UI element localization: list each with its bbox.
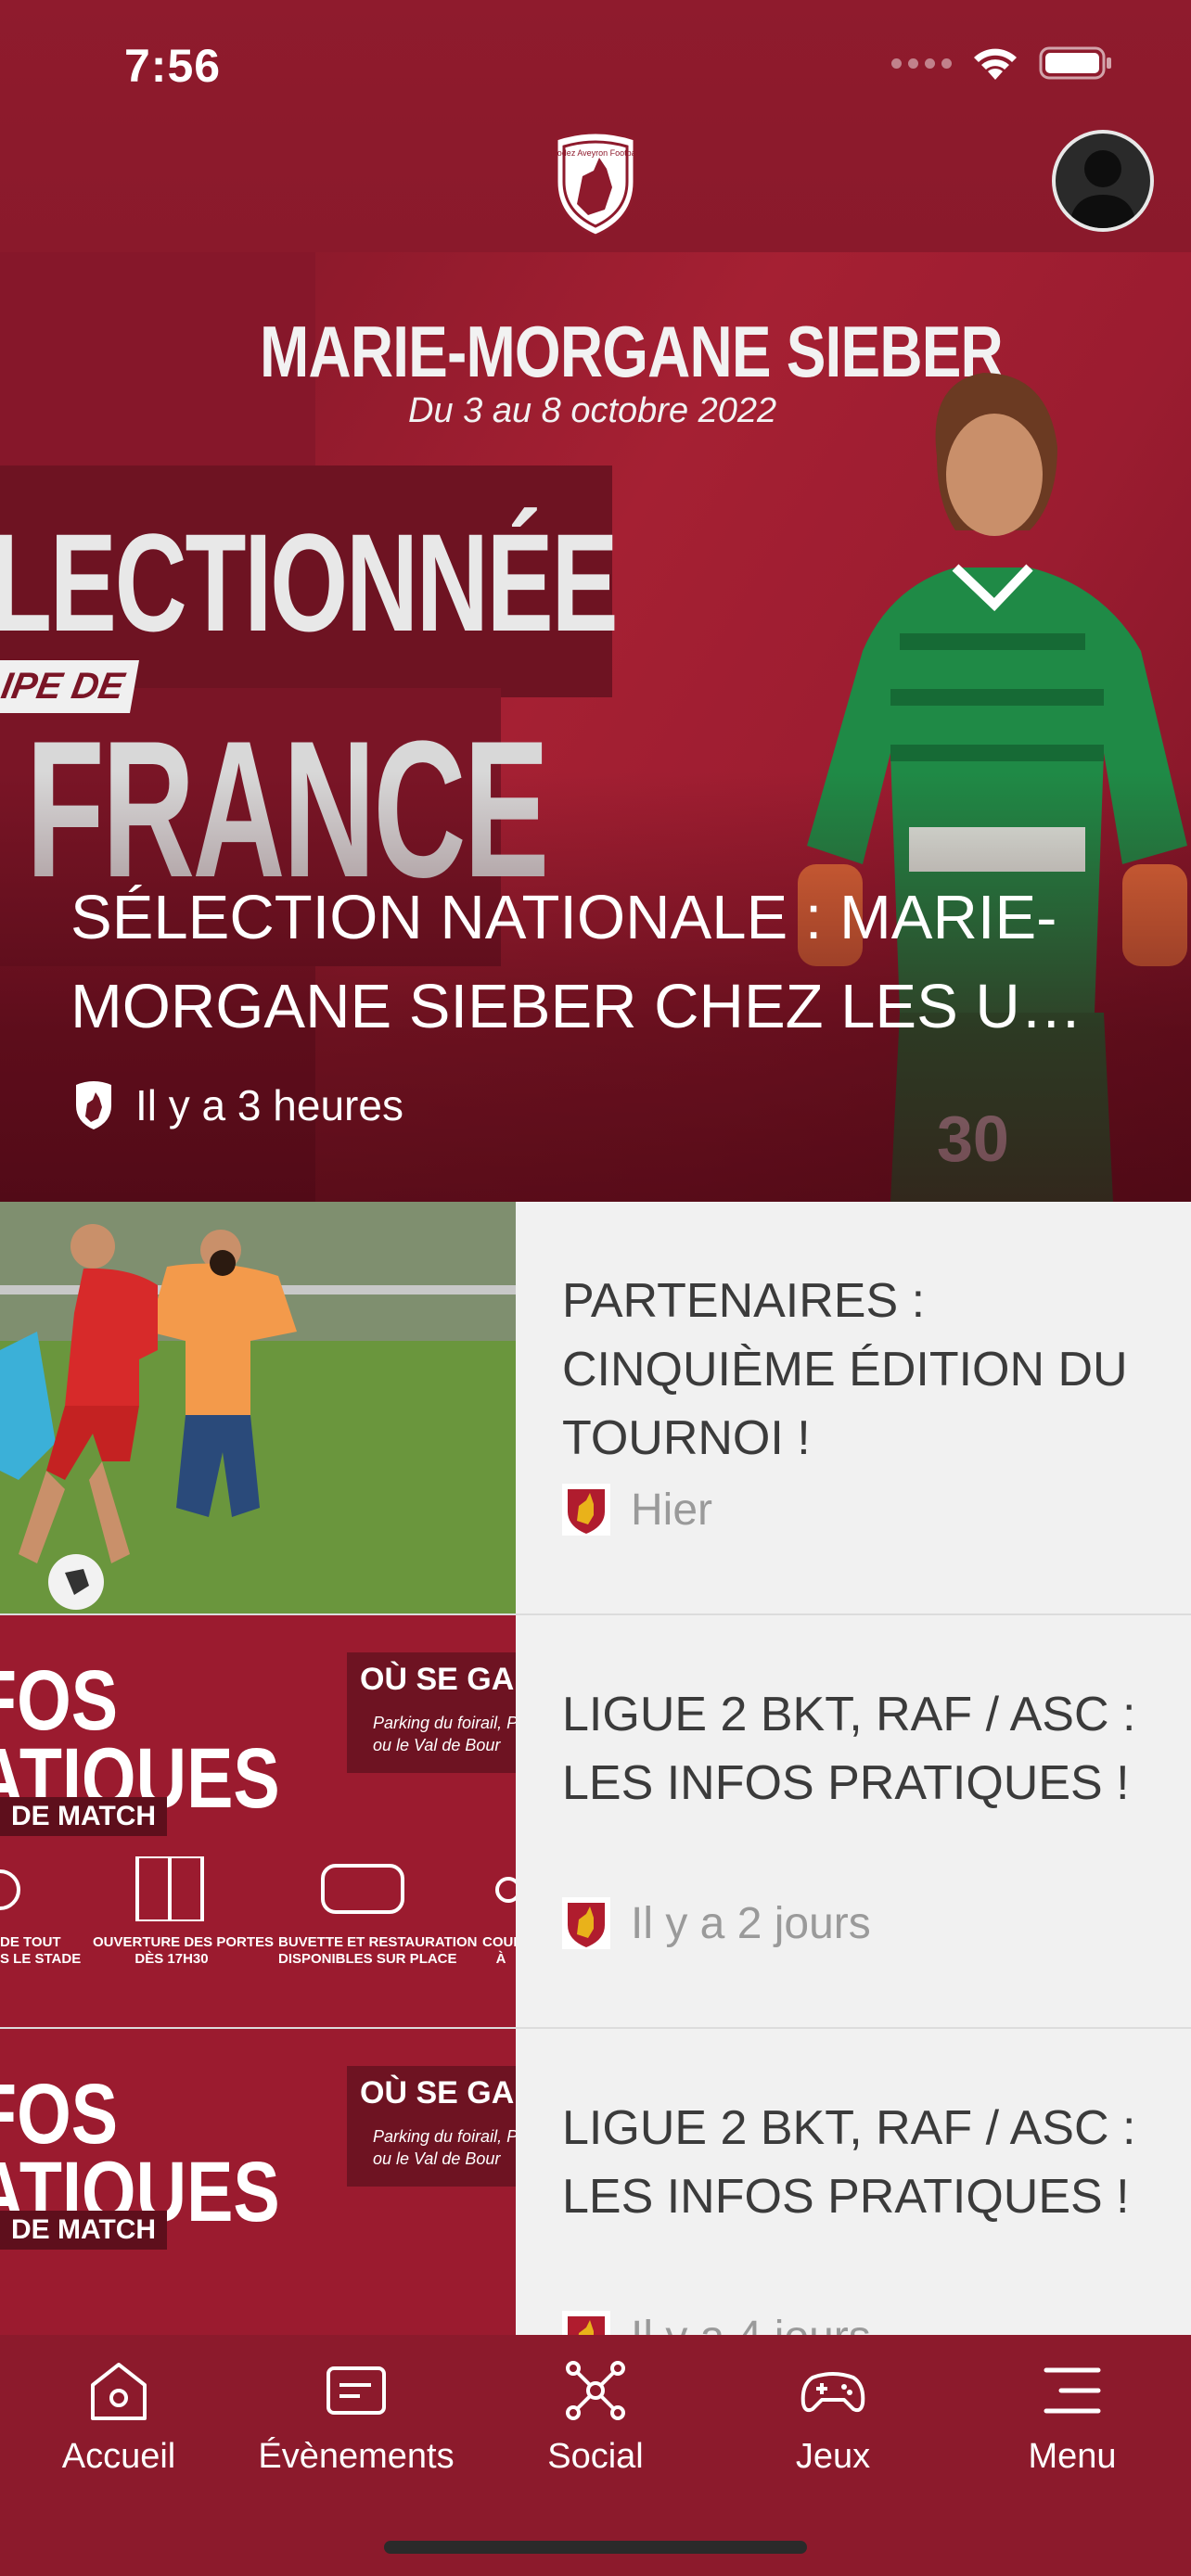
signal-icon (891, 57, 952, 69)
profile-avatar[interactable] (1052, 130, 1154, 232)
home-icon (91, 2363, 147, 2420)
banner-headline: LECTIONNÉE (0, 504, 619, 660)
article-thumbnail (0, 1202, 516, 1613)
menu-icon (1044, 2367, 1101, 2414)
thumb-infos-tag: DE MATCH (0, 2211, 168, 2250)
article-thumbnail: FOS ATIQUES DE MATCH OÙ SE GAR Parking d… (0, 1615, 516, 2027)
featured-article-meta: Il y a 3 heures (72, 1079, 403, 1131)
article-time: Hier (631, 1485, 713, 1535)
article-title: LIGUE 2 BKT, RAF / ASC : LES INFOS PRATI… (562, 1688, 1136, 1810)
events-icon (327, 2366, 386, 2415)
list-item[interactable]: FOS ATIQUES DE MATCH OÙ SE GAR Parking d… (0, 1615, 1191, 2029)
tab-social[interactable]: Social (493, 2357, 698, 2496)
featured-article[interactable]: MARIE-MORGANE SIEBER Du 3 au 8 octobre 2… (0, 252, 1191, 1202)
article-time: Il y a 2 jours (631, 1898, 871, 1948)
article-meta: Il y a 2 jours (562, 1897, 871, 1949)
gamepad-icon (800, 2372, 865, 2413)
home-indicator[interactable] (384, 2541, 807, 2554)
article-meta: Hier (562, 1484, 712, 1536)
tab-menu[interactable]: Menu (970, 2357, 1174, 2496)
featured-article-time: Il y a 3 heures (135, 1081, 403, 1129)
list-item[interactable]: PARTENAIRES : CINQUIÈME ÉDITION DU TOURN… (0, 1202, 1191, 1615)
thumb-infos-title: FOS ATIQUES (0, 1653, 280, 1826)
thumb-infos-tag: DE MATCH (0, 1797, 168, 1836)
thumb-parking-box: OÙ SE GAR Parking du foirail, Pré Lo ou … (347, 1652, 516, 1773)
svg-text:Rodez Aveyron Football: Rodez Aveyron Football (551, 148, 639, 158)
club-logo[interactable]: Rodez Aveyron Football (551, 130, 640, 237)
battery-icon (1039, 45, 1113, 82)
status-icons (891, 45, 1113, 82)
article-title: PARTENAIRES : CINQUIÈME ÉDITION DU TOURN… (562, 1274, 1128, 1465)
featured-article-title[interactable]: SÉLECTION NATIONALE : MARIE-MORGANE SIEB… (70, 874, 1137, 1052)
status-time: 7:56 (124, 40, 222, 92)
banner-dates: Du 3 au 8 octobre 2022 (408, 391, 777, 430)
tab-jeux[interactable]: Jeux (731, 2357, 935, 2496)
thumb-parking-box: OÙ SE GAR Parking du foirail, Pré Lo ou … (347, 2066, 516, 2187)
bottom-tab-bar: Accueil Évènements Social Jeux Menu (0, 2335, 1191, 2576)
social-icon (566, 2361, 625, 2420)
thumb-infos-title: FOS ATIQUES (0, 2067, 280, 2239)
tab-evenements[interactable]: Évènements (254, 2357, 458, 2496)
article-title: LIGUE 2 BKT, RAF / ASC : LES INFOS PRATI… (562, 2101, 1136, 2224)
club-crest-icon (562, 1897, 610, 1949)
article-list: PARTENAIRES : CINQUIÈME ÉDITION DU TOURN… (0, 1202, 1191, 2442)
club-logo-icon (76, 1081, 111, 1129)
club-crest-icon (562, 1484, 610, 1536)
tab-accueil[interactable]: Accueil (17, 2357, 221, 2496)
wifi-icon (970, 45, 1020, 82)
